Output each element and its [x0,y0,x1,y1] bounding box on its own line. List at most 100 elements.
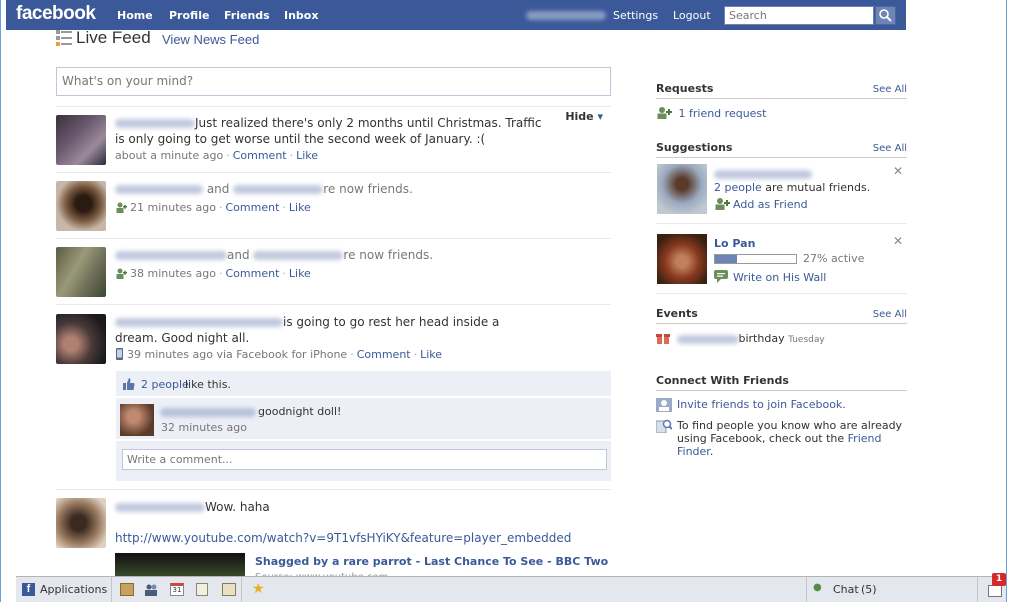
notifications-button[interactable]: 1 [984,573,1006,602]
like-link[interactable]: Like [420,348,442,361]
chat-label: Chat [833,583,859,596]
blurred-name[interactable] [253,251,344,260]
nav-settings[interactable]: Settings [613,9,658,22]
suggestion-name-link[interactable]: Lo Pan [714,237,755,250]
feed-story: Just realized there's only 2 months unti… [56,106,611,168]
groups-icon[interactable] [144,583,158,596]
event-day: Tuesday [788,335,825,345]
nav-profile[interactable]: Profile [169,9,209,22]
avatar[interactable] [56,247,106,297]
comment-link[interactable]: Comment [225,267,279,280]
blurred-name[interactable] [115,318,283,327]
live-feed-icon [56,30,72,46]
events-icon[interactable]: 31 [170,583,184,596]
blurred-name[interactable] [115,251,227,260]
wall-post-icon [714,270,728,283]
suggestions-see-all-link[interactable]: See All [873,143,907,154]
friend-request-link[interactable]: 1 friend request [679,107,767,120]
avatar[interactable] [657,164,707,214]
links-icon[interactable] [222,583,236,596]
star-icon[interactable]: ★ [252,581,265,597]
blurred-name[interactable] [714,170,812,179]
close-icon[interactable]: ✕ [893,164,903,178]
chat-status-icon: ● [813,582,822,593]
notes-icon[interactable] [196,583,208,596]
comment-link[interactable]: Comment [357,348,411,361]
feed-story: Wow. haha http://www.youtube.com/watch?v… [56,489,611,583]
mutual-friends-link[interactable]: 2 people [714,181,762,194]
invite-friends-link[interactable]: Invite friends to join Facebook. [677,398,846,411]
applications-label: Applications [40,583,108,596]
activity-bar-fill [715,255,737,263]
avatar[interactable] [56,498,106,548]
story-text: Wow. haha [205,500,270,514]
blurred-name[interactable] [676,334,739,344]
avatar[interactable] [657,234,707,284]
blurred-username [526,11,606,20]
avatar[interactable] [120,404,154,436]
attachment-title-link[interactable]: Shagged by a rare parrot - Last Chance T… [255,555,608,568]
video-thumbnail[interactable] [115,553,245,577]
nav-inbox[interactable]: Inbox [284,9,318,22]
connect-title: Connect With Friends [656,374,789,387]
and-text: and [227,248,250,262]
blurred-name[interactable] [115,119,195,128]
view-news-feed-link[interactable]: View News Feed [162,32,259,47]
events-see-all-link[interactable]: See All [873,309,907,320]
nav-home[interactable]: Home [117,9,153,22]
blurred-name[interactable] [233,185,324,194]
comment-link[interactable]: Comment [225,201,279,214]
like-link[interactable]: Like [289,267,311,280]
close-icon[interactable]: ✕ [893,234,903,248]
events-title: Events [656,307,698,320]
nav-logout[interactable]: Logout [673,9,711,22]
like-link[interactable]: Like [289,201,311,214]
suggestions-section: Suggestions See All [656,141,907,158]
write-on-wall-link[interactable]: Write on His Wall [733,271,826,284]
applications-menu[interactable]: f Applications [16,577,112,602]
requests-see-all-link[interactable]: See All [873,84,907,95]
suggestion-item: Lo Pan 27% active Write on His Wall ✕ [656,234,907,294]
comment-link[interactable]: Comment [233,149,287,162]
suggestion-item: 2 people are mutual friends. Add as Frie… [656,164,907,224]
status-input[interactable]: What's on your mind? [56,67,611,96]
chevron-down-icon: ▾ [597,110,603,123]
facebook-icon: f [22,583,35,596]
photos-icon[interactable] [120,583,134,596]
like-link[interactable]: Like [296,149,318,162]
comment-text: goodnight doll! [258,405,342,418]
events-section: Events See All birthday Tuesday [656,307,907,345]
bookmarks-tray: 31 [112,577,242,602]
story-time: 21 minutes ago [130,201,216,214]
feed-story: and re now friends. 38 minutes ago · Comme… [56,238,611,304]
avatar[interactable] [56,181,106,231]
story-time: 39 minutes ago via Facebook for iPhone [127,348,348,361]
event-text: birthday [738,332,785,345]
friend-finder-end: . [709,445,714,458]
avatar[interactable] [56,314,106,364]
and-text: and [206,182,230,196]
add-as-friend-link[interactable]: Add as Friend [733,198,808,211]
shared-url-link[interactable]: http://www.youtube.com/watch?v=9T1vfsHYi… [115,531,571,545]
hide-button[interactable]: Hide ▾ [565,110,603,123]
likes-people-link[interactable]: 2 people [141,378,189,391]
blurred-name[interactable] [160,408,256,417]
nav-friends[interactable]: Friends [224,9,270,22]
suggestions-title: Suggestions [656,141,733,154]
comment-box-row: Write a comment... [116,441,611,481]
comment-input[interactable]: Write a comment... [122,449,607,470]
blurred-name[interactable] [115,503,205,512]
search-icon [879,9,892,22]
iphone-icon [116,348,123,360]
feed-story: and re now friends. 21 minutes ago · Comme… [56,172,611,234]
friend-icon [116,202,127,213]
avatar[interactable] [56,115,106,165]
story-text: re now friends. [323,182,413,196]
facebook-logo[interactable]: facebook [16,3,96,25]
blurred-name[interactable] [115,185,203,194]
comment-time: 32 minutes ago [161,421,247,434]
search-button[interactable] [875,6,896,25]
window-edge-left [0,0,1,602]
search-input[interactable]: Search [724,6,874,25]
chat-button[interactable]: ● Chat (5) [806,577,978,602]
